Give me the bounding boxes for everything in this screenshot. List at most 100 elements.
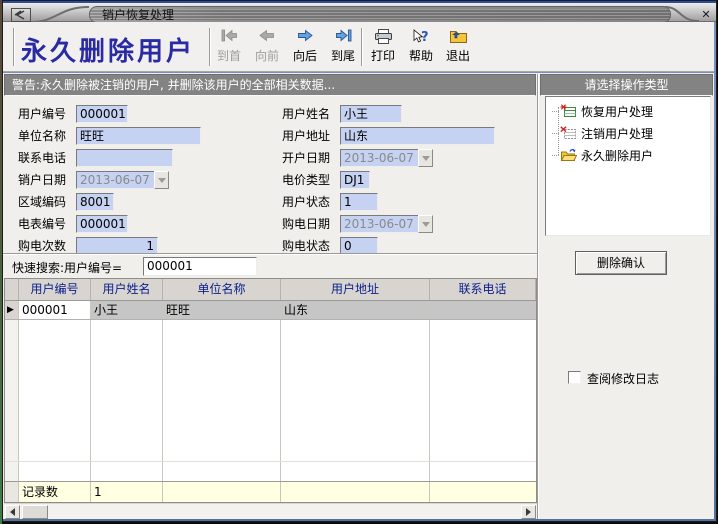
print-button[interactable]: 打印 (365, 28, 401, 68)
toolbar-separator (13, 28, 15, 66)
go-forward-icon (287, 29, 323, 46)
page-title: 永久删除用户 (21, 31, 211, 65)
close-date-label: 销户日期 (18, 171, 76, 189)
record-count-label: 记录数 (19, 482, 91, 502)
close-icon[interactable]: ✕ (697, 7, 715, 22)
close-date-value: 2013-06-07 (76, 171, 154, 189)
view-log-label[interactable]: 查阅修改日志 (587, 370, 659, 387)
nav-next-button[interactable]: 向后 (287, 28, 323, 68)
empty-cell (281, 320, 430, 461)
delete-user-folder-icon (560, 148, 577, 162)
scrollbar-thumb[interactable] (22, 505, 48, 519)
empty-cell (19, 462, 91, 481)
table-cell[interactable] (430, 301, 536, 319)
purchase-date-label: 购电日期 (282, 215, 340, 233)
app-icon (11, 8, 31, 22)
row-selector-header (5, 279, 19, 300)
address-label: 用户地址 (282, 127, 340, 145)
empty-cell (163, 462, 281, 481)
dropdown-arrow-icon[interactable] (418, 215, 433, 233)
window-title: 销户恢复处理 (102, 8, 174, 23)
list-item-label: 注销用户处理 (581, 125, 653, 142)
nav-prev-button[interactable]: 向前 (249, 28, 285, 68)
dropdown-arrow-icon[interactable] (418, 149, 433, 167)
column-header[interactable]: 用户编号 (19, 279, 91, 300)
table-cell[interactable]: 山东 (281, 301, 430, 319)
form-row: 电表编号 000001 (18, 215, 128, 233)
empty-cell (430, 320, 536, 461)
nav-last-button[interactable]: 到尾 (325, 28, 361, 68)
help-button[interactable]: ? 帮助 (403, 28, 439, 68)
unit-name-field[interactable]: 旺旺 (76, 127, 201, 145)
horizontal-scrollbar[interactable] (4, 503, 537, 519)
region-code-field[interactable]: 8001 (76, 193, 114, 211)
open-date-combo[interactable]: 2013-06-07 (340, 149, 433, 167)
address-field[interactable]: 山东 (340, 127, 495, 145)
list-item-restore-user[interactable]: 恢复用户处理 (546, 101, 710, 121)
form-row: 用户姓名 小王 (282, 105, 402, 123)
quick-search-input[interactable]: 000001 (143, 257, 257, 276)
help-label: 帮助 (403, 49, 439, 64)
tree-stub (552, 133, 559, 134)
exit-button[interactable]: 退出 (440, 28, 476, 68)
column-header[interactable]: 联系电话 (430, 279, 536, 300)
form-row: 用户状态 1 (282, 193, 378, 211)
empty-cell (5, 320, 19, 461)
operation-type-header: 请选择操作类型 (540, 74, 713, 96)
user-status-field[interactable]: 1 (340, 193, 378, 211)
phone-label: 联系电话 (18, 149, 76, 167)
form-row: 用户编号 000001 (18, 105, 128, 123)
user-id-field[interactable]: 000001 (76, 105, 128, 123)
empty-cell (19, 320, 91, 461)
list-item-cancel-user[interactable]: 注销用户处理 (546, 123, 710, 143)
phone-field[interactable] (76, 149, 173, 167)
table-footer-row: 记录数 1 (5, 481, 536, 502)
empty-cell (163, 320, 281, 461)
meter-no-field[interactable]: 000001 (76, 215, 128, 233)
operation-type-list: 恢复用户处理 注销用户处理 永久删除用户 (545, 96, 711, 236)
dropdown-arrow-icon[interactable] (154, 171, 169, 189)
print-label: 打印 (365, 49, 401, 64)
table-empty-area (5, 320, 536, 461)
title-bar[interactable]: 销户恢复处理 ✕ (3, 1, 716, 22)
scroll-right-icon[interactable] (521, 505, 536, 519)
price-type-field[interactable]: DJ1 (340, 171, 370, 189)
table-cell[interactable]: 小王 (91, 301, 163, 319)
form-row: 用户地址 山东 (282, 127, 495, 145)
list-item-label: 永久删除用户 (581, 147, 653, 164)
view-log-checkbox[interactable] (568, 371, 581, 384)
current-row-marker-icon: ▶ (5, 301, 19, 319)
user-name-label: 用户姓名 (282, 105, 340, 123)
purchase-date-combo[interactable]: 2013-06-07 (340, 215, 433, 233)
unit-name-label: 单位名称 (18, 127, 76, 145)
go-back-icon (249, 29, 285, 46)
meter-no-label: 电表编号 (18, 215, 76, 233)
purchase-date-value: 2013-06-07 (340, 215, 418, 233)
separator (3, 253, 537, 255)
delete-confirm-button[interactable]: 删除确认 (575, 251, 667, 275)
form-row: 开户日期 2013-06-07 (282, 149, 433, 167)
table-cell[interactable]: 000001 (19, 301, 91, 319)
form-row: 购电日期 2013-06-07 (282, 215, 433, 233)
goto-first-icon (211, 29, 247, 46)
empty-cell (91, 462, 163, 481)
goto-last-icon (325, 29, 361, 46)
column-header[interactable]: 用户地址 (281, 279, 430, 300)
app-window: 销户恢复处理 ✕ 永久删除用户 到首 向前 向后 (0, 0, 718, 524)
warning-banner: 警告:永久删除被注销的用户, 并删除该用户的全部相关数据... (4, 74, 536, 96)
nav-next-label: 向后 (287, 49, 323, 64)
open-date-value: 2013-06-07 (340, 149, 418, 167)
form-row: 销户日期 2013-06-07 (18, 171, 169, 189)
exit-label: 退出 (440, 49, 476, 64)
column-header[interactable]: 单位名称 (163, 279, 281, 300)
close-date-combo[interactable]: 2013-06-07 (76, 171, 169, 189)
nav-first-button[interactable]: 到首 (211, 28, 247, 68)
column-header[interactable]: 用户姓名 (91, 279, 163, 300)
table-cell[interactable]: 旺旺 (163, 301, 281, 319)
scroll-left-icon[interactable] (5, 505, 20, 519)
list-item-delete-user[interactable]: 永久删除用户 (546, 145, 710, 165)
tree-stub (552, 111, 559, 112)
table-row[interactable]: ▶ 000001 小王 旺旺 山东 (5, 301, 536, 320)
toolbar: 永久删除用户 到首 向前 向后 到尾 (3, 22, 714, 72)
user-name-field[interactable]: 小王 (340, 105, 402, 123)
